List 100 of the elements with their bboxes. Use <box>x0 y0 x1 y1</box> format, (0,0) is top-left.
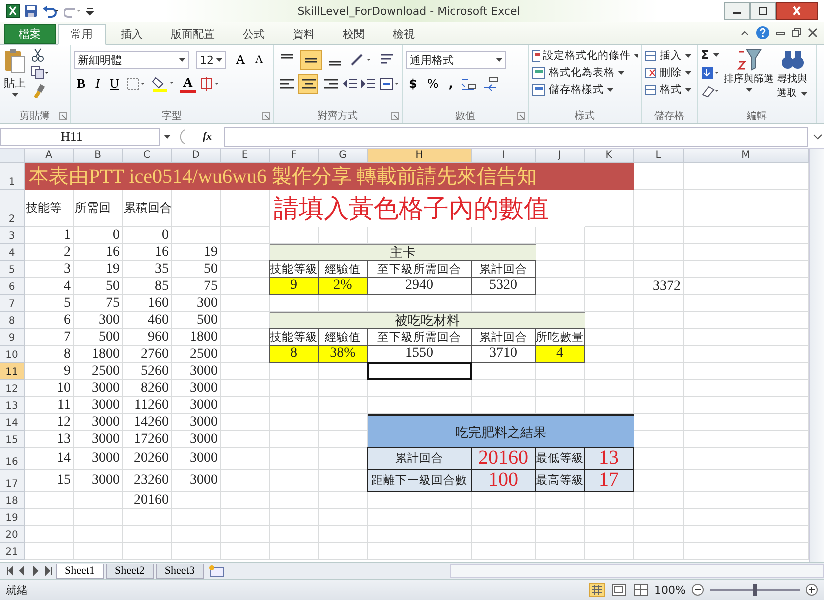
page-layout-icon[interactable] <box>610 583 627 597</box>
insert-function-button[interactable]: fx <box>195 131 220 143</box>
row-header[interactable]: 1 <box>0 163 25 190</box>
clipboard-icon[interactable] <box>3 48 27 74</box>
restore-icon[interactable] <box>792 28 802 38</box>
row-header[interactable]: 3 <box>0 227 25 244</box>
cut-icon[interactable] <box>31 48 45 62</box>
column-header[interactable]: B <box>74 149 123 163</box>
column-header[interactable]: C <box>123 149 172 163</box>
save-icon[interactable] <box>24 4 38 18</box>
caret-icon[interactable] <box>496 58 503 62</box>
style-gallery-icon[interactable] <box>532 84 546 96</box>
ribbon-tab[interactable]: 校閱 <box>330 24 378 44</box>
ribbon-tab[interactable]: 資料 <box>280 24 328 44</box>
binoculars-icon[interactable] <box>780 48 804 72</box>
format-painter-icon[interactable] <box>31 84 45 98</box>
column-header[interactable]: F <box>270 149 319 163</box>
cells-menu-button[interactable]: 插入 <box>660 49 682 63</box>
zoom-in-icon[interactable] <box>806 584 818 596</box>
italic-button[interactable]: I <box>92 75 104 93</box>
style-gallery-icon[interactable] <box>532 50 540 62</box>
font-name-dropdown[interactable]: 新細明體 <box>74 51 189 69</box>
column-header[interactable]: D <box>172 149 221 163</box>
zoom-level[interactable]: 100% <box>654 584 686 596</box>
column-header[interactable]: K <box>585 149 634 163</box>
dialog-launcher-icon[interactable] <box>59 112 67 120</box>
ribbon-tab[interactable]: 檔案 <box>4 24 56 44</box>
number-format-dropdown[interactable]: 通用格式 <box>406 51 506 69</box>
vertical-scrollbar[interactable] <box>809 149 824 562</box>
selected-cell[interactable] <box>367 362 472 380</box>
ribbon-tab[interactable]: 版面配置 <box>158 24 228 44</box>
caret-icon[interactable] <box>746 88 752 92</box>
row-header[interactable]: 2 <box>0 190 25 227</box>
dialog-launcher-icon[interactable] <box>391 112 399 120</box>
row-header[interactable]: 19 <box>0 509 25 526</box>
close-button[interactable] <box>776 2 818 20</box>
styles-menu-button[interactable]: 格式化為表格 <box>549 66 615 80</box>
underline-button[interactable]: U <box>107 75 122 93</box>
font-size-dropdown[interactable]: 12 <box>196 51 226 69</box>
styles-menu-button[interactable]: 儲存格樣式 <box>549 83 604 97</box>
column-header[interactable]: J <box>536 149 585 163</box>
comma-button[interactable]: , <box>446 75 456 93</box>
cells-icon[interactable] <box>645 84 657 96</box>
merge-center-icon[interactable] <box>379 75 399 93</box>
column-header[interactable]: I <box>472 149 536 163</box>
find-select-button[interactable]: 選取 <box>777 88 797 100</box>
row-header[interactable]: 21 <box>0 543 25 560</box>
decrease-decimal-icon[interactable] <box>482 76 500 92</box>
currency-button[interactable]: $ <box>406 75 420 93</box>
paste-button[interactable]: 貼上 <box>4 76 26 91</box>
column-header[interactable]: E <box>221 149 270 163</box>
sort-filter-button[interactable]: 排序與篩選 <box>724 74 774 86</box>
caret-icon[interactable] <box>713 53 720 57</box>
normal-view-icon[interactable] <box>588 583 605 597</box>
vertical-align-icon[interactable] <box>301 51 321 69</box>
font-color-button[interactable]: A <box>180 75 196 93</box>
row-header[interactable]: 4 <box>0 244 25 261</box>
styles-menu-button[interactable]: 設定格式化的條件 <box>543 49 631 63</box>
close-icon[interactable] <box>808 28 818 38</box>
caret-icon[interactable] <box>216 58 223 62</box>
fill-color-icon[interactable] <box>152 76 176 92</box>
row-header[interactable]: 11 <box>0 363 25 380</box>
ribbon-tab[interactable]: 公式 <box>230 24 278 44</box>
sheet-tab[interactable]: Sheet1 <box>56 564 104 578</box>
caret-icon[interactable] <box>801 92 808 96</box>
find-select-button[interactable]: 尋找與 <box>778 74 808 86</box>
undo-icon[interactable] <box>42 4 60 18</box>
style-gallery-icon[interactable] <box>532 66 546 80</box>
sheet-tab[interactable]: Sheet3 <box>156 564 204 578</box>
sort-filter-icon[interactable] <box>735 48 763 72</box>
caret-icon[interactable] <box>607 88 614 92</box>
column-header[interactable]: H <box>368 149 472 163</box>
bold-button[interactable]: B <box>74 75 89 93</box>
horizontal-align-icon[interactable] <box>298 75 317 93</box>
caret-icon[interactable] <box>685 54 692 58</box>
dialog-launcher-icon[interactable] <box>262 112 270 120</box>
phonetic-guide-icon[interactable] <box>200 77 222 91</box>
sheet-navigation-icon[interactable] <box>6 566 54 576</box>
name-box[interactable]: H11 <box>0 128 160 146</box>
column-header[interactable]: M <box>684 149 809 163</box>
cells-icon[interactable] <box>645 66 657 80</box>
grow-font-button[interactable]: A <box>233 51 248 69</box>
row-header[interactable]: 12 <box>0 380 25 397</box>
page-break-icon[interactable] <box>632 583 649 597</box>
caret-icon[interactable] <box>179 58 186 62</box>
ribbon-tab[interactable]: 插入 <box>108 24 156 44</box>
sum-button[interactable]: Σ <box>701 48 710 62</box>
caret-icon[interactable] <box>685 88 692 92</box>
caret-icon[interactable] <box>12 93 18 97</box>
row-header[interactable]: 13 <box>0 397 25 414</box>
help-icon[interactable] <box>756 26 770 40</box>
eraser-icon[interactable] <box>701 84 721 98</box>
sheet-tab[interactable]: Sheet2 <box>106 564 154 578</box>
row-header[interactable]: 14 <box>0 414 25 431</box>
ribbon-tab[interactable]: 檢視 <box>380 24 428 44</box>
caret-icon[interactable] <box>685 71 692 75</box>
row-header[interactable]: 6 <box>0 278 25 295</box>
maximize-button[interactable] <box>750 2 776 20</box>
row-header[interactable]: 5 <box>0 261 25 278</box>
row-header[interactable]: 18 <box>0 492 25 509</box>
